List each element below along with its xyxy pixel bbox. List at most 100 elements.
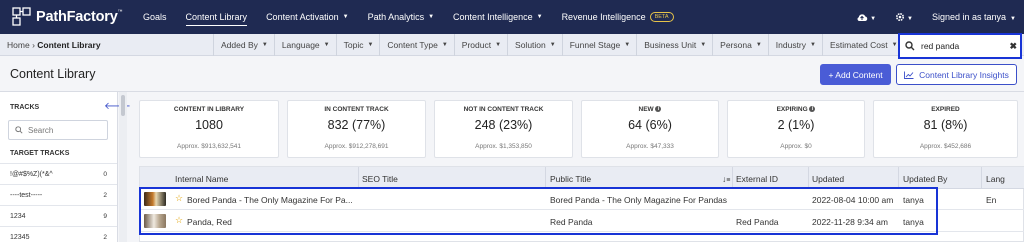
updated-cell: 2022-11-28 9:34 am: [812, 217, 888, 227]
stat-card-not-in-content-track[interactable]: NOT IN CONTENT TRACK 248 (23%) Approx. $1,…: [434, 100, 573, 158]
caret-down-icon: ▼: [261, 41, 268, 48]
stat-value: 2 (1%): [777, 118, 815, 132]
filter-bar: Home › Content Library Added By ▼ Language…: [0, 33, 1024, 56]
page-title: Content Library: [10, 67, 96, 81]
info-icon[interactable]: i: [809, 106, 816, 113]
info-icon[interactable]: i: [655, 106, 662, 113]
tracks-title: TRACKS: [10, 104, 40, 111]
track-name: 1234: [10, 212, 26, 220]
column-external-id[interactable]: External ID: [736, 174, 778, 184]
caret-down-icon: ▼: [1010, 16, 1016, 22]
nav-revenue-intelligence[interactable]: Revenue Intelligence BETA: [562, 0, 674, 34]
updated-by-cell: tanya: [903, 195, 924, 205]
favorite-star-icon[interactable]: ☆: [175, 215, 183, 226]
table-row[interactable]: ☆ Bored Panda - The Only Magazine For Pa…: [140, 189, 1024, 210]
track-count: 2: [103, 191, 107, 199]
caret-down-icon: ▼: [323, 41, 330, 48]
track-count: 9: [103, 212, 107, 220]
track-count: 0: [103, 170, 107, 178]
stat-card-new[interactable]: NEW i 64 (6%) Approx. $47,333: [581, 100, 719, 158]
breadcrumb-current: Content Library: [37, 39, 101, 50]
sort-icon[interactable]: ↓≡: [722, 174, 730, 184]
column-divider: [732, 167, 733, 189]
filter-funnel-stage[interactable]: Funnel Stage ▼: [561, 33, 637, 56]
content-library-insights-button[interactable]: Content Library Insights: [896, 64, 1017, 85]
updated-by-cell: tanya: [903, 217, 924, 227]
column-divider: [898, 167, 899, 189]
track-item[interactable]: ----test----- 2: [0, 184, 117, 205]
nav-path-analytics[interactable]: Path Analytics ▼: [368, 0, 434, 34]
public-title-cell: Bored Panda - The Only Magazine For Pand…: [550, 195, 728, 205]
stat-card-expiring[interactable]: EXPIRING i 2 (1%) Approx. $0: [727, 100, 865, 158]
column-updated-by[interactable]: Updated By: [903, 174, 947, 184]
stat-card-expired[interactable]: EXPIRED 81 (8%) Approx. $452,686: [873, 100, 1018, 158]
filter-business-unit[interactable]: Business Unit ▼: [636, 33, 712, 56]
column-seo-title[interactable]: SEO Title: [362, 174, 398, 184]
user-menu[interactable]: Signed in as tanya ▼: [932, 12, 1016, 22]
clear-search-icon[interactable]: ✖: [1009, 41, 1017, 52]
stat-label: NOT IN CONTENT TRACK: [463, 106, 544, 113]
beta-badge: BETA: [649, 12, 674, 22]
search-icon: [15, 126, 23, 134]
updated-cell: 2022-08-04 10:00 am: [812, 195, 894, 205]
nav-content-activation[interactable]: Content Activation ▼: [266, 0, 349, 34]
track-name: ----test-----: [10, 191, 43, 199]
favorite-star-icon[interactable]: ☆: [175, 193, 183, 204]
column-divider: [358, 167, 359, 189]
gear-icon[interactable]: ▼: [895, 12, 913, 23]
nav-goals[interactable]: Goals: [143, 0, 167, 34]
stat-card-in-content-track[interactable]: IN CONTENT TRACK 832 (77%) Approx. $912,27…: [287, 100, 426, 158]
stat-value: 81 (8%): [923, 118, 968, 132]
column-internal-name[interactable]: Internal Name: [175, 174, 228, 184]
stat-value: 64 (6%): [628, 118, 672, 132]
nav-content-intelligence[interactable]: Content Intelligence ▼: [453, 0, 543, 34]
breadcrumb: Home › Content Library: [7, 39, 101, 50]
stat-card-content-in-library[interactable]: CONTENT IN LIBRARY 1080 Approx. $913,632,5…: [139, 100, 279, 158]
filter-industry[interactable]: Industry ▼: [767, 33, 822, 56]
column-updated[interactable]: Updated: [812, 174, 844, 184]
nav-content-library[interactable]: Content Library: [185, 0, 247, 34]
filter-language[interactable]: Language ▼: [273, 33, 336, 56]
chart-line-icon: [904, 71, 914, 79]
tracks-search-placeholder: Search: [28, 125, 54, 135]
search-input[interactable]: red panda ✖: [898, 33, 1022, 59]
cloud-upload-icon[interactable]: ▼: [856, 12, 876, 22]
internal-name-cell[interactable]: Bored Panda - The Only Magazine For Pa..…: [187, 195, 353, 205]
stat-label: EXPIRING i: [728, 106, 864, 113]
filter-content-type[interactable]: Content Type ▼: [379, 33, 453, 56]
track-item[interactable]: 12345 2: [0, 226, 117, 242]
stat-label: NEW i: [582, 106, 718, 113]
caret-down-icon: ▼: [441, 41, 448, 48]
stat-approx-value: Approx. $452,686: [919, 143, 972, 150]
filter-topic[interactable]: Topic ▼: [335, 33, 380, 56]
caret-down-icon: ▼: [342, 14, 349, 20]
add-content-button[interactable]: + Add Content: [820, 64, 891, 85]
filter-product[interactable]: Product ▼: [453, 33, 507, 56]
caret-down-icon: ▼: [810, 41, 816, 48]
table-row[interactable]: ☆ Panda, Red Red Panda Red Panda 2022-11…: [140, 211, 1024, 232]
caret-down-icon: ▼: [891, 41, 898, 48]
external-id-cell: Red Panda: [736, 217, 779, 227]
caret-down-icon: ▼: [624, 41, 631, 48]
pathfactory-logo[interactable]: PathFactory™: [12, 7, 132, 27]
search-value: red panda: [921, 41, 960, 51]
filter-solution[interactable]: Solution ▼: [507, 33, 562, 56]
filter-persona[interactable]: Persona ▼: [712, 33, 768, 56]
caret-down-icon: ▼: [495, 41, 502, 48]
track-item[interactable]: 1234 9: [0, 205, 117, 226]
column-divider: [545, 167, 546, 189]
internal-name-cell[interactable]: Panda, Red: [187, 217, 232, 227]
track-item[interactable]: !@#$%Z)(*&^ 0: [0, 163, 117, 184]
filter-estimated-cost[interactable]: Estimated Cost ▼: [821, 33, 904, 56]
stat-approx-value: Approx. $47,333: [626, 143, 674, 150]
filter-added-by[interactable]: Added By ▼: [213, 33, 274, 56]
content-thumbnail: [144, 214, 166, 228]
target-tracks-title: TARGET TRACKS: [10, 150, 70, 157]
column-public-title[interactable]: Public Title: [550, 174, 591, 184]
breadcrumb-home[interactable]: Home: [7, 40, 30, 50]
caret-down-icon: ▼: [428, 14, 435, 20]
tracks-search-input[interactable]: Search: [8, 120, 108, 140]
sidebar-scrollbar-thumb[interactable]: [121, 95, 125, 116]
stat-label: EXPIRED: [931, 106, 960, 113]
column-language[interactable]: Lang: [986, 174, 1005, 184]
